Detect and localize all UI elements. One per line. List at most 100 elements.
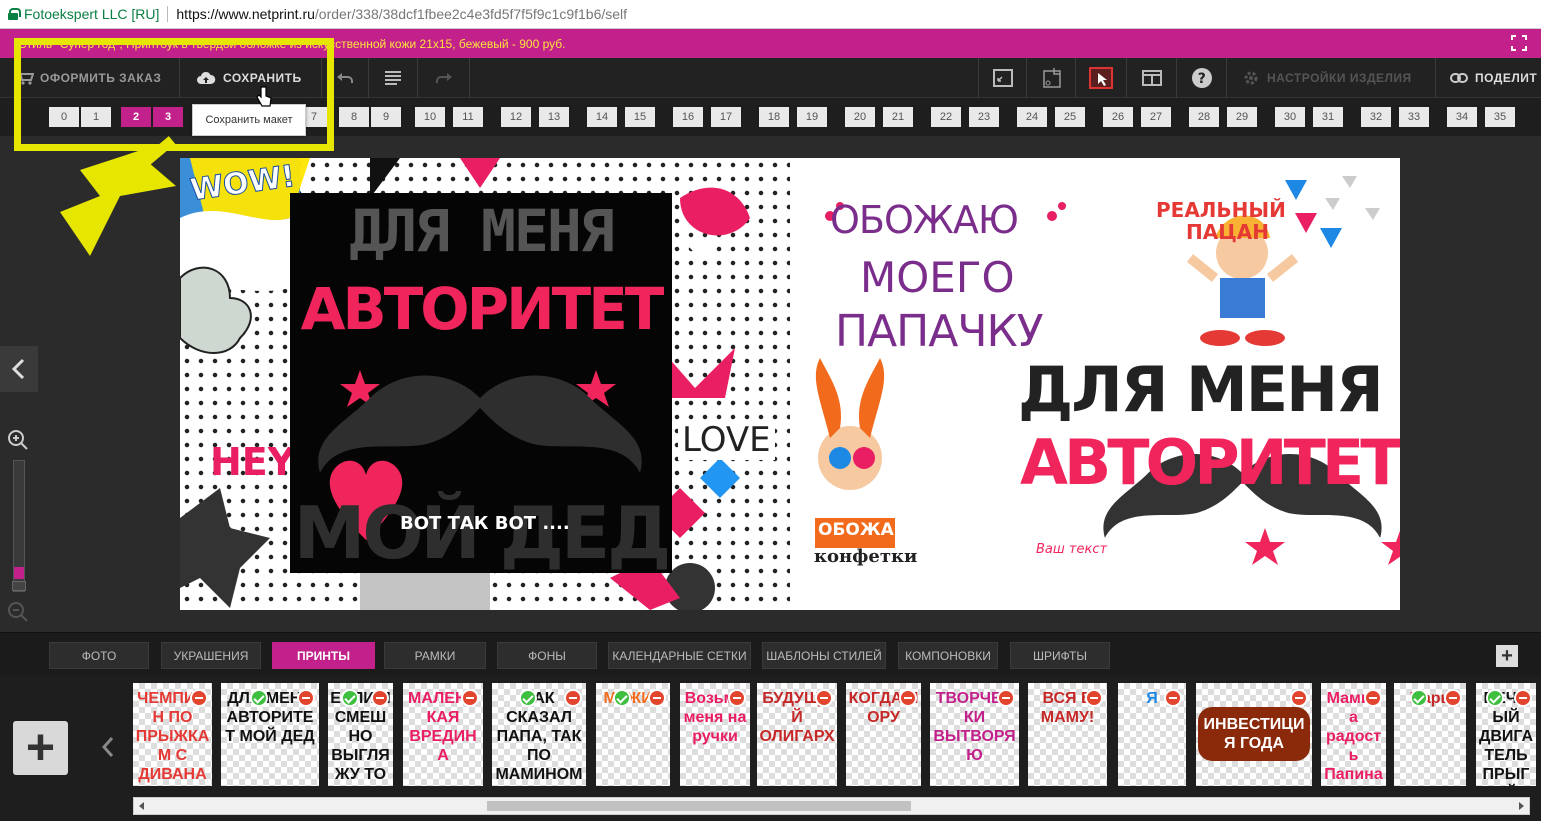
remove-icon[interactable]: [728, 689, 746, 707]
scrollbar-thumb[interactable]: [487, 801, 911, 811]
fit-button[interactable]: [978, 58, 1027, 98]
zoom-slider-handle[interactable]: [12, 581, 26, 591]
remove-icon[interactable]: [1364, 689, 1382, 707]
print-thumbnail[interactable]: ИНВЕСТИЦИЯ ГОДА: [1196, 683, 1312, 786]
print-thumbnail[interactable]: Возьми меня на ручки: [680, 683, 750, 786]
remove-icon[interactable]: [564, 689, 582, 707]
tab-4[interactable]: ФОНЫ: [497, 642, 597, 669]
page-button-35[interactable]: 35: [1485, 107, 1515, 127]
crop-button[interactable]: [1027, 58, 1076, 98]
scroll-left-arrow[interactable]: [139, 802, 144, 810]
page-button-11[interactable]: 11: [453, 107, 483, 127]
remove-icon[interactable]: [461, 689, 479, 707]
left-page[interactable]: WOW! HEY! LOVE ДЛЯ МЕНЯ АВТОРИТЕТ МОЙ ДЕ…: [180, 158, 790, 610]
preview-button[interactable]: [1076, 58, 1127, 98]
page-button-14[interactable]: 14: [587, 107, 617, 127]
remove-icon[interactable]: [371, 689, 389, 707]
plus-icon: +: [25, 719, 56, 775]
page-button-15[interactable]: 15: [625, 107, 655, 127]
print-thumbnail[interactable]: ЕСЛИ Я СМЕШНО ВЫГЛЯЖУ ТО ВИДЕЛИ Б МЕНЯ П…: [328, 683, 393, 786]
print-thumbnail[interactable]: ВСЯ В МАМУ!: [1028, 683, 1107, 786]
add-print-button[interactable]: +: [13, 721, 68, 775]
page-button-32[interactable]: 32: [1361, 107, 1391, 127]
page-button-23[interactable]: 23: [969, 107, 999, 127]
spread-canvas[interactable]: WOW! HEY! LOVE ДЛЯ МЕНЯ АВТОРИТЕТ МОЙ ДЕ…: [180, 158, 1400, 610]
page-button-22[interactable]: 22: [931, 107, 961, 127]
print-thumbnail[interactable]: ЧЕМПИОН ПО ПРЫЖКАМ С ДИВАНА: [133, 683, 212, 786]
tab-5[interactable]: КАЛЕНДАРНЫЕ СЕТКИ: [608, 642, 751, 669]
remove-icon[interactable]: [1444, 689, 1462, 707]
print-thumbnail[interactable]: ТВОРЧЕСКИ ВЫТВОРЯЮ: [930, 683, 1019, 786]
page-button-24[interactable]: 24: [1017, 107, 1047, 127]
page-button-10[interactable]: 10: [415, 107, 445, 127]
prev-spread-button[interactable]: [0, 346, 38, 392]
chevron-left-icon[interactable]: [100, 735, 116, 759]
page-button-27[interactable]: 27: [1141, 107, 1171, 127]
check-icon: [341, 689, 359, 707]
page-button-8[interactable]: 8: [339, 107, 369, 127]
page-button-29[interactable]: 29: [1227, 107, 1257, 127]
fullscreen-icon[interactable]: [1511, 35, 1527, 51]
tab-0[interactable]: ФОТО: [49, 642, 149, 669]
zoom-in-icon[interactable]: [6, 428, 30, 452]
remove-icon[interactable]: [190, 689, 208, 707]
page-button-21[interactable]: 21: [883, 107, 913, 127]
page-button-12[interactable]: 12: [501, 107, 531, 127]
print-thumbnail[interactable]: МАЛЕНЬКАЯ ВРЕДИНА: [403, 683, 483, 786]
add-tab-button[interactable]: +: [1496, 645, 1518, 667]
page-button-26[interactable]: 26: [1103, 107, 1133, 127]
page-button-16[interactable]: 16: [673, 107, 703, 127]
remove-icon[interactable]: [297, 689, 315, 707]
page-button-13[interactable]: 13: [539, 107, 569, 127]
print-thumbnail[interactable]: ДЛЯ МЕНЯ АВТОРИТЕТ МОЙ ДЕД: [221, 683, 319, 786]
layers-button[interactable]: [369, 58, 418, 98]
browser-url-bar[interactable]: Fotoekspert LLC [RU] https://www.netprin…: [0, 0, 1541, 29]
page-button-18[interactable]: 18: [759, 107, 789, 127]
tab-8[interactable]: ШРИФТЫ: [1010, 642, 1110, 669]
library-scrollbar[interactable]: [133, 797, 1530, 815]
tab-3[interactable]: РАМКИ: [384, 642, 486, 669]
print-thumbnail[interactable]: КАК СКАЗАЛ ПАПА, ТАК ПО МАМИНОМУ И БУДЕТ…: [492, 683, 586, 786]
layout-button[interactable]: [1127, 58, 1177, 98]
settings-button[interactable]: НАСТРОЙКИ ИЗДЕЛИЯ: [1227, 58, 1436, 98]
print-thumbnail[interactable]: Мамина радость Папина гордость: [1321, 683, 1386, 786]
tab-1[interactable]: УКРАШЕНИЯ: [161, 642, 261, 669]
zoom-slider[interactable]: [12, 460, 26, 592]
print-thumbnail[interactable]: КОГДА Я ОРУ: [846, 683, 921, 786]
redo-button[interactable]: [418, 58, 470, 98]
page-button-19[interactable]: 19: [797, 107, 827, 127]
remove-icon[interactable]: [1514, 689, 1532, 707]
page-button-34[interactable]: 34: [1447, 107, 1477, 127]
print-thumbnail[interactable]: ВЕЧНЫЙ ДВИГАТЕЛЬ ПРЫГАЙ: [1476, 683, 1536, 786]
right-page[interactable]: ОБОЖАЮ МОЕГО ПАПАЧКУ РЕАЛЬНЫЙ ПАЦАН ДЛЯ …: [790, 158, 1400, 610]
page-button-25[interactable]: 25: [1055, 107, 1085, 127]
page-button-17[interactable]: 17: [711, 107, 741, 127]
remove-icon[interactable]: [1290, 689, 1308, 707]
page-button-31[interactable]: 31: [1313, 107, 1343, 127]
page-button-30[interactable]: 30: [1275, 107, 1305, 127]
print-thumbnail[interactable]: Я: [1118, 683, 1186, 786]
remove-icon[interactable]: [1164, 689, 1182, 707]
page-button-33[interactable]: 33: [1399, 107, 1429, 127]
print-dlya-menya-ded[interactable]: ДЛЯ МЕНЯ АВТОРИТЕТ МОЙ ДЕД ВОТ ТАК ВОТ .…: [290, 193, 672, 575]
tab-6[interactable]: ШАБЛОНЫ СТИЛЕЙ: [762, 642, 886, 669]
remove-icon[interactable]: [997, 689, 1015, 707]
remove-icon[interactable]: [648, 689, 666, 707]
scroll-right-arrow[interactable]: [1519, 802, 1524, 810]
share-button[interactable]: ПОДЕЛИТ: [1436, 58, 1541, 98]
print-thumbnail[interactable]: МУЖИК: [596, 683, 670, 786]
page-button-28[interactable]: 28: [1189, 107, 1219, 127]
remove-icon[interactable]: [1085, 689, 1103, 707]
print-thumbnail[interactable]: Царь: [1394, 683, 1466, 786]
print-line1: ДЛЯ МЕНЯ: [349, 197, 614, 265]
remove-icon[interactable]: [899, 689, 917, 707]
tab-2[interactable]: ПРИНТЫ: [272, 642, 375, 669]
remove-icon[interactable]: [815, 689, 833, 707]
page-button-9[interactable]: 9: [371, 107, 401, 127]
page-button-20[interactable]: 20: [845, 107, 875, 127]
print-thumbnail[interactable]: БУДУЩИЙ ОЛИГАРХ: [757, 683, 837, 786]
zoom-out-icon[interactable]: [6, 600, 30, 624]
right-print-custom-text[interactable]: Ваш текст: [1036, 542, 1107, 557]
tab-7[interactable]: КОМПОНОВКИ: [898, 642, 998, 669]
help-button[interactable]: ?: [1177, 58, 1227, 98]
